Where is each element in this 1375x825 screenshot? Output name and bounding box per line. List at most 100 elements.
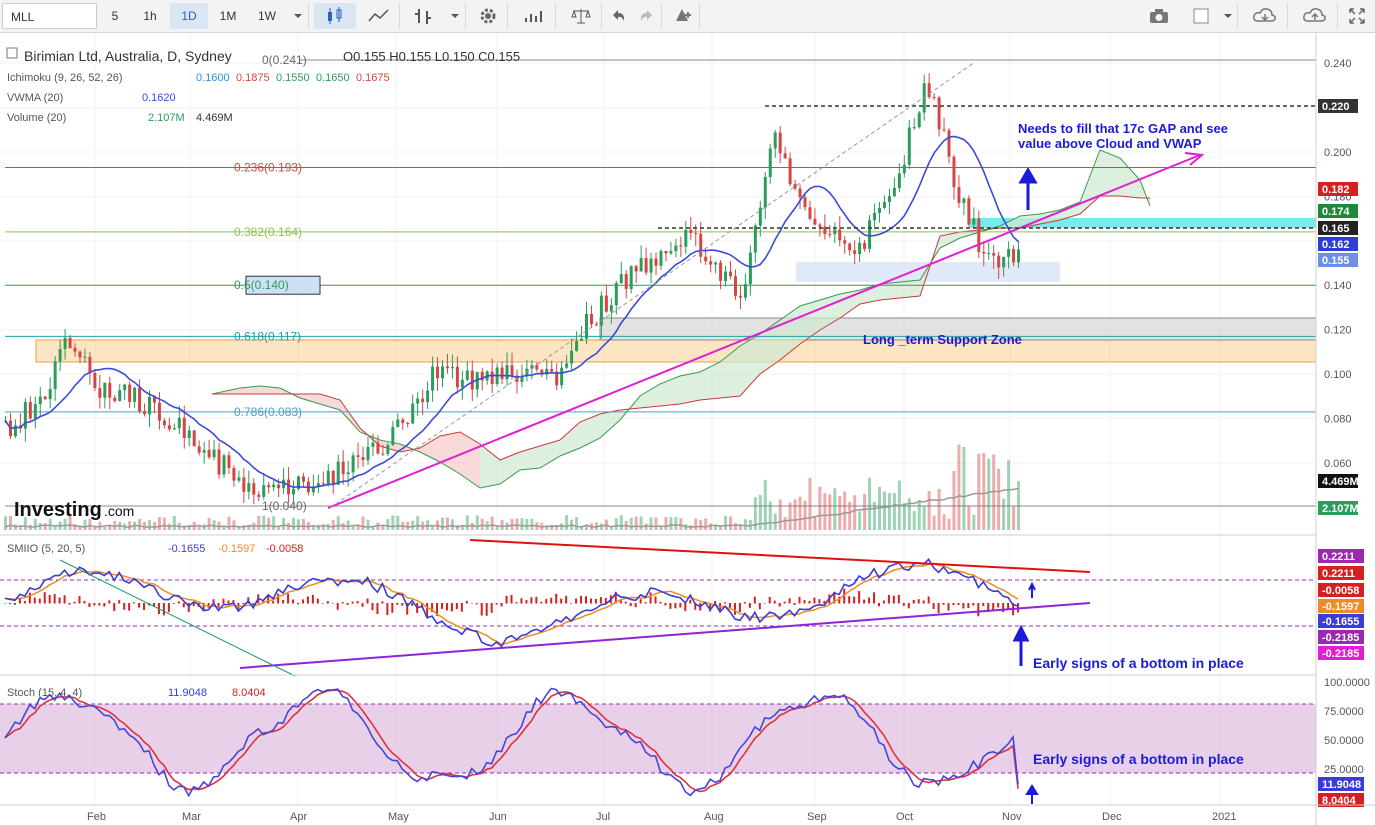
candle-body — [222, 455, 226, 475]
smiio-histogram-bar — [808, 600, 811, 604]
candle-body — [123, 384, 127, 391]
candle-body — [818, 224, 822, 227]
watermark-suffix: .com — [104, 503, 134, 519]
smiio-histogram-bar — [917, 599, 920, 604]
stoch-tick-label: 75.0000 — [1324, 706, 1364, 718]
interval-1d[interactable]: 1D — [170, 3, 208, 29]
chart-title: Birimian Ltd, Australia, D, Sydney — [24, 48, 232, 64]
smiio-histogram-bar — [396, 603, 399, 605]
volume-bar — [882, 491, 886, 530]
smiio-histogram-bar — [624, 601, 627, 604]
time-tick-label: May — [388, 811, 409, 823]
candle-body — [118, 390, 122, 401]
settings-button[interactable] — [468, 3, 508, 29]
compare-button[interactable] — [560, 3, 602, 29]
symbol-input[interactable]: MLL — [2, 3, 97, 29]
redo-button[interactable] — [632, 3, 662, 29]
smiio-histogram-bar — [23, 600, 26, 604]
smiio-histogram-bar — [937, 603, 940, 613]
template-dropdown[interactable] — [1218, 3, 1238, 29]
volume-bar — [773, 513, 777, 530]
volume-bar — [227, 516, 231, 530]
smiio-histogram-bar — [758, 603, 761, 610]
volume-bar — [843, 491, 847, 530]
smiio-histogram-bar — [589, 598, 592, 604]
volume-bar — [977, 453, 981, 530]
candle-body — [440, 366, 444, 379]
stoch-value-d: 8.0404 — [232, 687, 266, 699]
interval-1m[interactable]: 1M — [210, 3, 246, 29]
candle-body — [386, 445, 390, 455]
smiio-histogram-bar — [222, 598, 225, 604]
candle-body — [952, 156, 956, 188]
volume-bar — [262, 515, 266, 530]
smiio-histogram-bar — [88, 603, 91, 607]
fib-label: 0(0.241) — [262, 53, 307, 67]
smiio-histogram-bar — [997, 603, 1000, 608]
template-button[interactable] — [1184, 3, 1218, 29]
volume-bar — [838, 495, 842, 530]
candle-body — [694, 232, 698, 234]
candle-body — [863, 242, 867, 249]
interval-1h[interactable]: 1h — [132, 3, 168, 29]
volume-bar — [381, 525, 385, 530]
candle-body — [793, 184, 797, 189]
price-tag-label: 0.162 — [1322, 239, 1350, 251]
smiio-histogram-bar — [381, 601, 384, 604]
smiio-histogram-bar — [450, 603, 453, 612]
bars-button[interactable] — [402, 3, 444, 29]
smiio-histogram-bar — [321, 603, 324, 604]
smiio-histogram-bar — [932, 603, 935, 609]
candles-button[interactable] — [314, 3, 356, 29]
candle-body — [48, 389, 52, 400]
candle-body — [778, 132, 782, 154]
candle-body — [450, 366, 454, 369]
indicators-button[interactable] — [512, 3, 556, 29]
save-chart-button[interactable] — [1292, 3, 1338, 29]
candle-body — [743, 284, 747, 298]
time-tick-label: Jun — [489, 811, 507, 823]
interval-5[interactable]: 5 — [100, 3, 130, 29]
smiio-histogram-bar — [768, 596, 771, 604]
smiio-histogram-bar — [500, 603, 503, 607]
smiio-histogram-bar — [282, 599, 285, 604]
smiio-histogram-bar — [863, 599, 866, 604]
interval-dropdown[interactable] — [287, 3, 309, 29]
volume-bar — [1002, 498, 1006, 530]
smiio-histogram-bar — [331, 602, 334, 604]
volume-bar — [902, 503, 906, 530]
candle-body — [942, 129, 946, 131]
candle-body — [272, 484, 276, 488]
chart-type-dropdown[interactable] — [444, 3, 466, 29]
volume-bar — [396, 515, 400, 530]
candle-body — [167, 425, 171, 430]
volume-bar — [366, 519, 370, 530]
volume-bar — [962, 446, 966, 530]
smiio-histogram-bar — [729, 603, 732, 608]
snapshot-button[interactable] — [1138, 3, 1180, 29]
candle-body — [73, 347, 77, 352]
alert-button[interactable] — [664, 3, 700, 29]
volume-bar — [311, 526, 315, 530]
interval-1w[interactable]: 1W — [248, 3, 286, 29]
smiio-histogram-bar — [530, 597, 533, 604]
fullscreen-button[interactable] — [1342, 3, 1372, 29]
candle-body — [992, 253, 996, 256]
load-chart-button[interactable] — [1242, 3, 1288, 29]
price-tick-label: 0.140 — [1324, 280, 1352, 292]
smiio-tag-label: -0.1597 — [1322, 601, 1359, 613]
volume-bar — [351, 526, 355, 530]
smiio-label: SMIIO (5, 20, 5) — [7, 543, 85, 555]
candle-body — [932, 97, 936, 99]
price-chart[interactable]: 0(0.241) 0.236(0.193) 0.382(0.164) 0.5(0.14… — [0, 33, 1375, 825]
smiio-histogram-bar — [133, 602, 136, 604]
smiio-tag-label: -0.2185 — [1322, 632, 1359, 644]
undo-button[interactable] — [604, 3, 632, 29]
candle-body — [43, 396, 47, 400]
volume-bar — [768, 501, 772, 530]
volume-bar — [490, 516, 494, 530]
candle-body — [371, 442, 375, 447]
line-chart-button[interactable] — [358, 3, 400, 29]
candle-body — [699, 233, 703, 257]
candle-body — [455, 366, 459, 388]
